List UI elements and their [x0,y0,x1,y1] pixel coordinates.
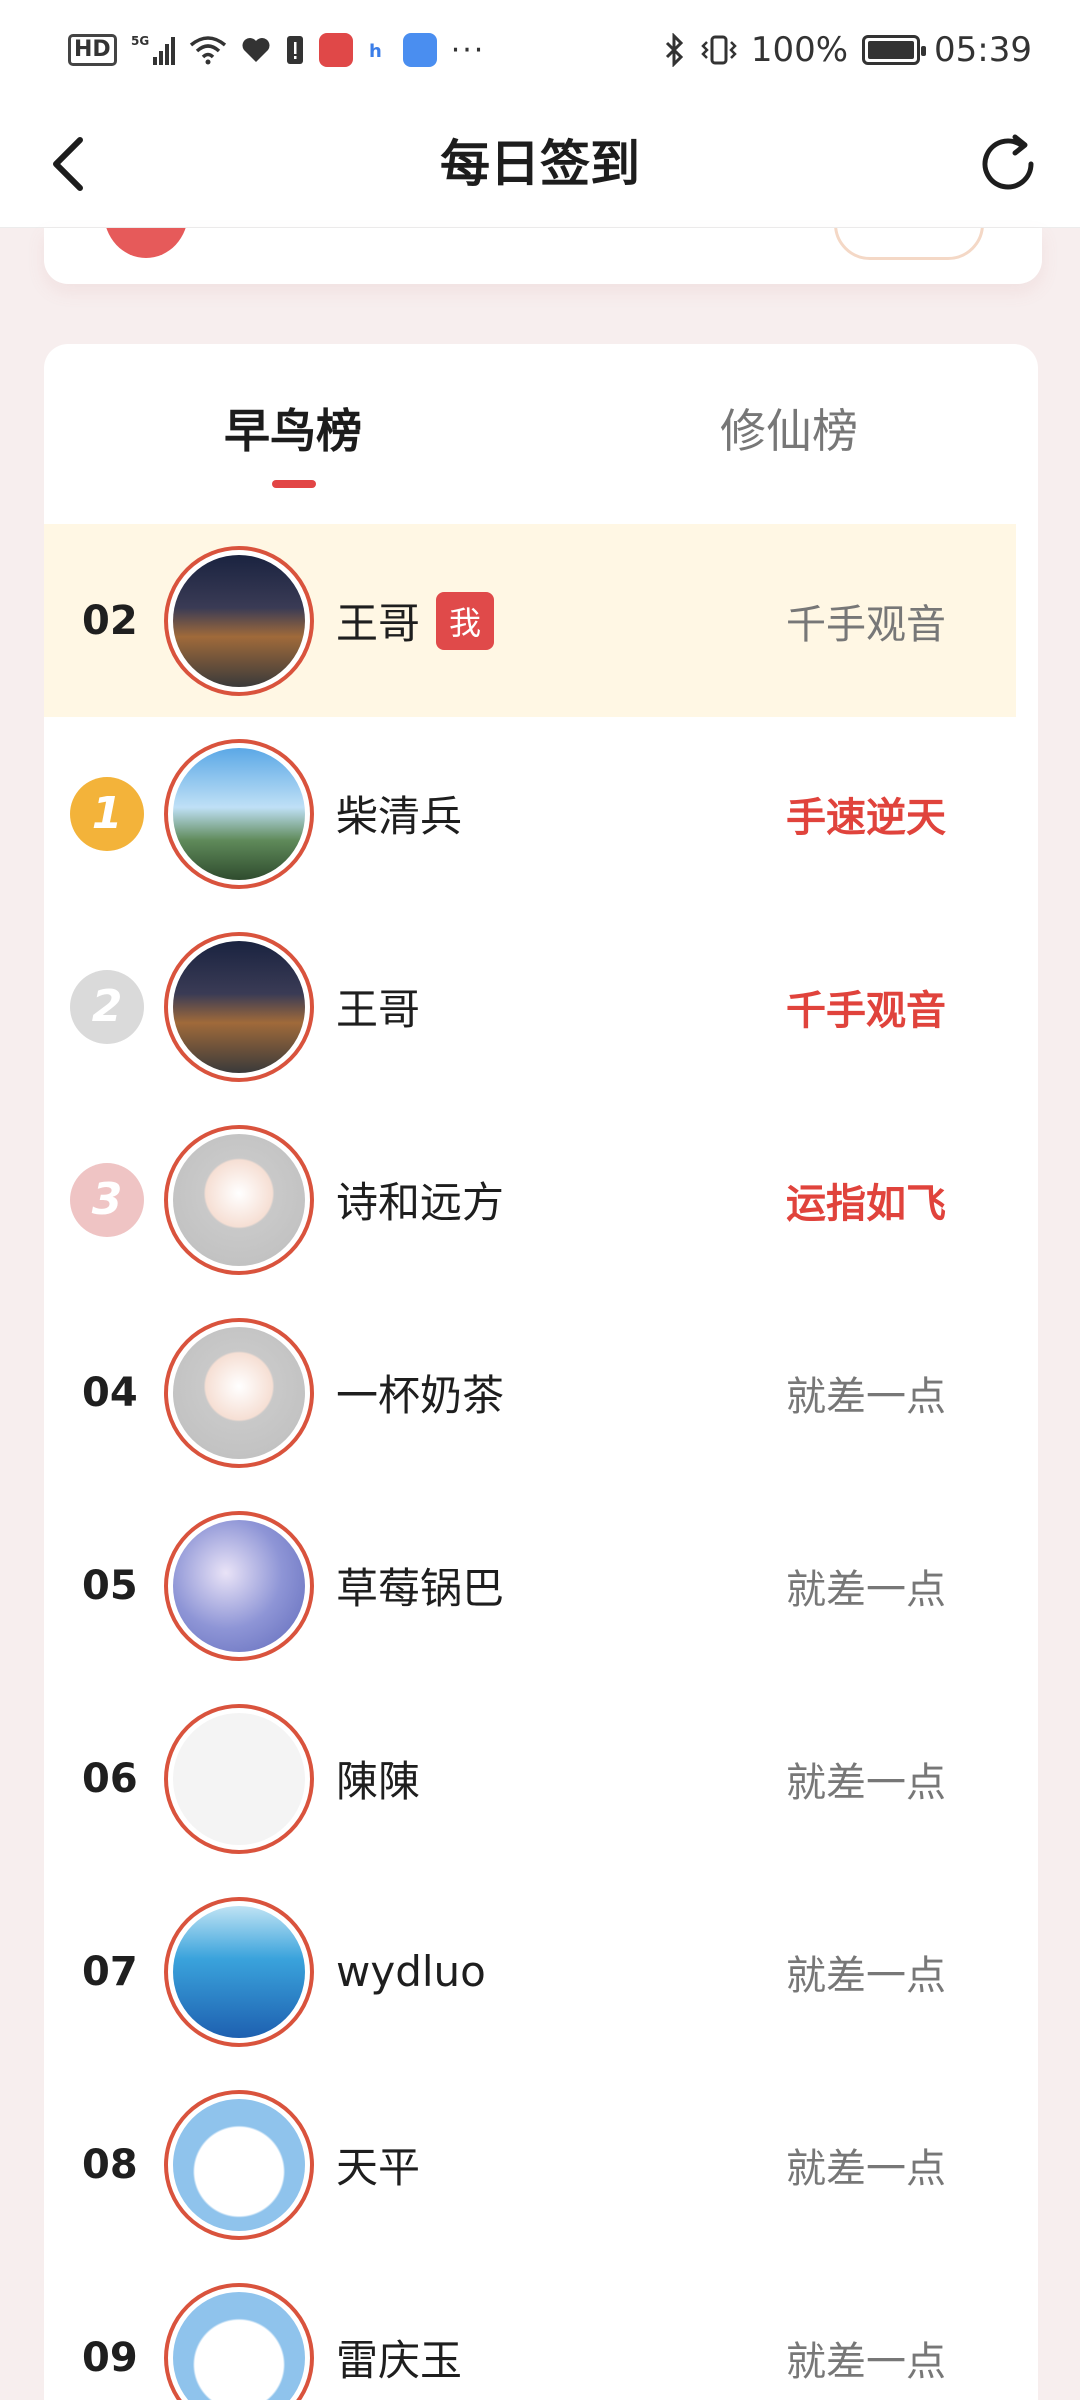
hd-icon: HD [68,34,117,66]
silver-medal-icon: 2 [70,969,144,1044]
list-item[interactable]: 06 陳陳 就差一点 [44,1682,1016,1875]
rank-title: 就差一点 [786,1952,946,1999]
avatar[interactable] [164,545,314,696]
rank-title: 就差一点 [786,2145,946,2192]
cloud-app-icon [402,33,437,67]
clock: 05:39 [934,30,1032,70]
status-right-icons: 100% 05:39 [663,30,1032,70]
user-name: 王哥 [336,985,421,1034]
vibrate-icon [701,34,737,66]
battery-icon [862,35,927,65]
list-item[interactable]: 05 草莓锅巴 就差一点 [44,1489,1016,1682]
page-title: 每日签到 [440,135,640,193]
leaderboard-list: 02 王哥 我 千手观音 1 柴清兵 手速逆天 2 王哥 千手观音 3 诗和远方… [44,524,1038,2400]
nav-bar: 每日签到 [0,100,1080,228]
battery-percent: 100% [750,30,849,70]
rank-number: 05 [82,1562,138,1609]
avatar[interactable] [164,1124,314,1275]
summary-button[interactable] [834,228,984,260]
list-item[interactable]: 04 一杯奶茶 就差一点 [44,1296,1016,1489]
list-item[interactable]: 09 雷庆玉 就差一点 [44,2261,1016,2400]
rank-number: 08 [82,2141,138,2188]
heart-icon [241,36,271,64]
list-item[interactable]: 2 王哥 千手观音 [44,910,1016,1103]
rank-title: 就差一点 [786,1373,946,1420]
user-name: 诗和远方 [336,1178,505,1227]
hi-icon: h [367,35,389,65]
list-item[interactable]: 08 天平 就差一点 [44,2068,1016,2261]
summary-avatar [104,228,188,258]
user-name: 王哥 [336,599,421,648]
my-rank-row[interactable]: 02 王哥 我 千手观音 [44,524,1016,717]
user-name: 草莓锅巴 [336,1564,505,1613]
leaderboard-tabs: 早鸟榜 修仙榜 [44,344,1038,524]
active-tab-indicator [272,480,316,488]
avatar[interactable] [164,1317,314,1468]
status-bar: HD 5G h ··· 100% 05:39 [0,0,1080,100]
list-item[interactable]: 3 诗和远方 运指如飞 [44,1103,1016,1296]
user-name: wydluo [336,1947,486,1996]
more-notifications-icon: ··· [450,32,486,68]
user-name: 柴清兵 [336,792,463,841]
refresh-icon [982,134,1034,190]
user-name: 陳陳 [336,1757,421,1806]
gold-medal-icon: 1 [70,776,144,851]
avatar[interactable] [164,1703,314,1854]
avatar[interactable] [164,931,314,1082]
list-item[interactable]: 1 柴清兵 手速逆天 [44,717,1016,910]
rank-title: 千手观音 [786,987,946,1034]
status-left-icons: HD 5G h ··· [68,33,485,68]
user-name: 一杯奶茶 [336,1371,505,1420]
avatar[interactable] [164,1896,314,2047]
me-badge: 我 [436,591,494,650]
tab-early-bird[interactable]: 早鸟榜 [224,396,362,466]
app-notification-icon [318,33,353,67]
rank-title: 手速逆天 [786,794,946,841]
rank-title: 就差一点 [786,1759,946,1806]
avatar[interactable] [164,2089,314,2240]
rank-title: 运指如飞 [786,1180,946,1227]
avatar[interactable] [164,2282,314,2400]
rank-number: 07 [82,1948,138,1995]
user-name: 雷庆玉 [336,2336,463,2385]
rank-number: 04 [82,1369,138,1416]
checkin-summary-card [44,228,1042,284]
list-item[interactable]: 07 wydluo 就差一点 [44,1875,1016,2068]
alert-icon [285,34,305,66]
wifi-icon [189,35,227,65]
signal-icon: 5G [131,33,175,67]
avatar[interactable] [164,738,314,889]
svg-text:5G: 5G [131,34,149,48]
rank-title: 就差一点 [786,1566,946,1613]
refresh-button[interactable] [972,128,1044,200]
rank-title: 千手观音 [786,601,946,648]
bronze-medal-icon: 3 [70,1162,144,1237]
svg-text:h: h [369,41,382,62]
leaderboard-card: 早鸟榜 修仙榜 02 王哥 我 千手观音 1 柴清兵 手速逆天 2 王哥 千手观… [44,344,1038,2400]
user-name: 天平 [336,2143,421,2192]
rank-number: 09 [82,2334,138,2381]
rank-title: 就差一点 [786,2338,946,2385]
rank-number: 02 [82,597,138,644]
avatar[interactable] [164,1510,314,1661]
rank-number: 06 [82,1755,138,1802]
bluetooth-icon [663,33,687,67]
tab-cultivation[interactable]: 修仙榜 [720,396,858,466]
